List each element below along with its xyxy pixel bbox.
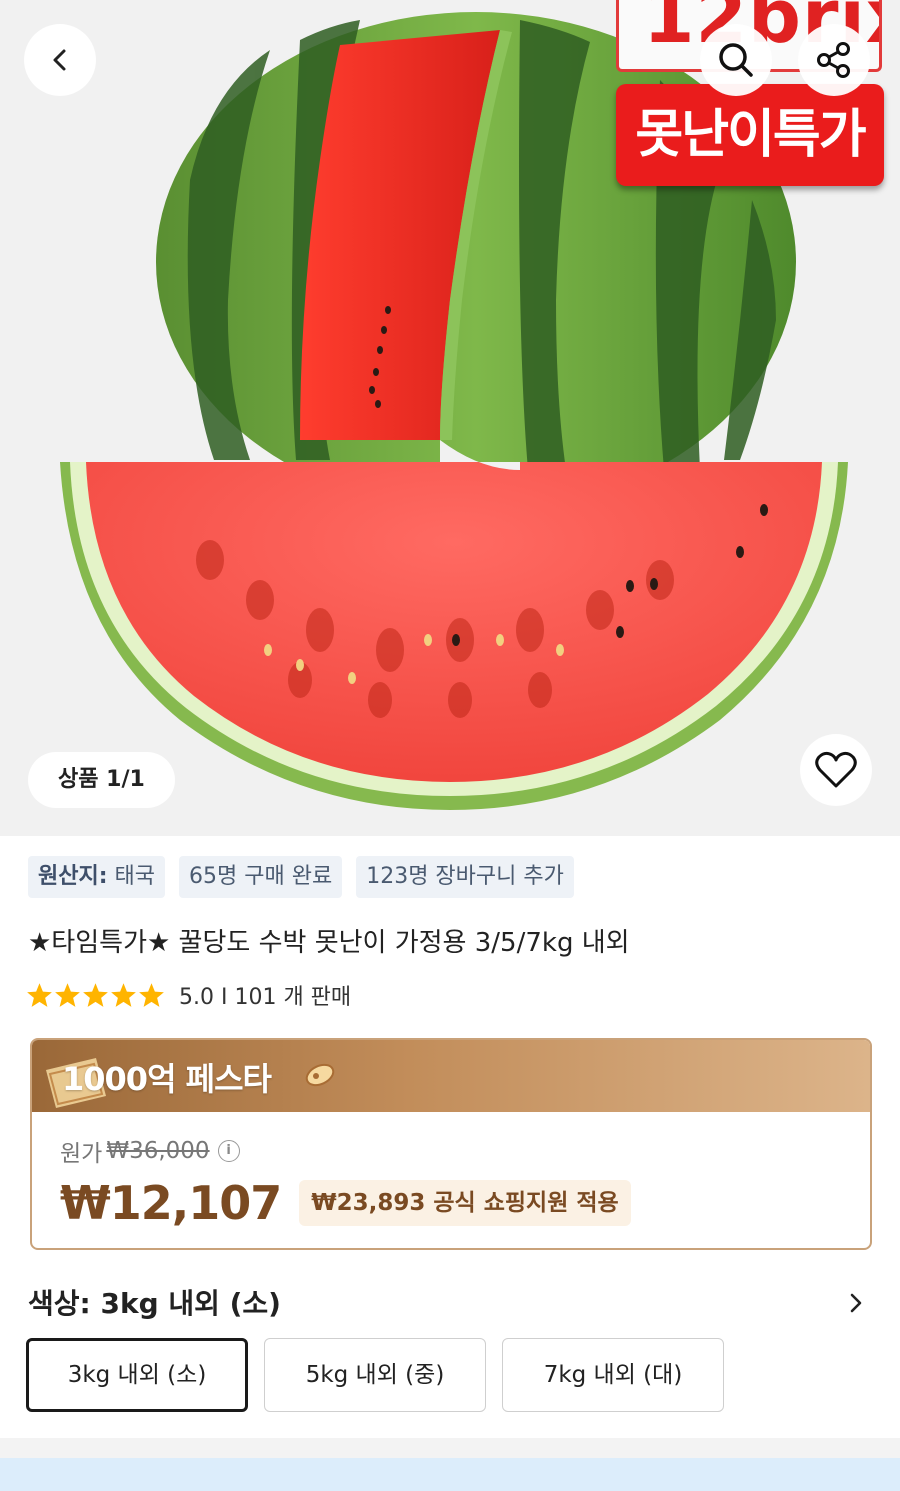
info-icon[interactable]: i — [217, 1140, 240, 1162]
image-counter: 상품 1/1 — [28, 752, 175, 808]
star-icon — [55, 983, 80, 1007]
share-button[interactable] — [798, 24, 870, 96]
option-7kg[interactable]: 7kg 내외 (대) — [502, 1338, 724, 1412]
next-section-banner — [0, 1458, 900, 1491]
coin-icon — [305, 1063, 335, 1087]
heart-icon — [815, 751, 857, 788]
share-icon — [817, 42, 850, 78]
star-icon — [83, 983, 108, 1007]
original-price-row: 원가 ₩36,000 i — [60, 1134, 240, 1168]
sale-price: ₩12,107 — [60, 1176, 282, 1230]
shopping-support-badge: ₩23,893 공식 쇼핑지원 적용 — [299, 1180, 631, 1226]
option-header[interactable]: 색상: 3kg 내외 (소) — [28, 1282, 281, 1322]
chevron-right-icon[interactable] — [844, 1290, 868, 1316]
origin-value: 태국 — [114, 864, 156, 889]
back-button[interactable] — [24, 24, 96, 96]
cart-count-tag: 123명 장바구니 추가 — [356, 856, 574, 898]
wishlist-button[interactable] — [800, 734, 872, 806]
festa-price-box: 1000억 페스타 원가 ₩36,000 i ₩12,107 ₩23,893 공… — [30, 1038, 872, 1250]
option-5kg[interactable]: 5kg 내외 (중) — [264, 1338, 486, 1412]
product-image-gallery[interactable]: 12brix 못난이특가 상품 1/1 — [0, 0, 900, 836]
rating-summary: 5.0 I 101 개 판매 — [179, 985, 352, 1010]
rating-row[interactable]: 5.0 I 101 개 판매 — [26, 978, 351, 1012]
origin-label: 원산지: — [38, 864, 108, 889]
star-icon — [111, 983, 136, 1007]
option-3kg[interactable]: 3kg 내외 (소) — [26, 1338, 248, 1412]
star-icon — [139, 983, 164, 1007]
sale-price-row: ₩12,107 ₩23,893 공식 쇼핑지원 적용 — [60, 1176, 631, 1230]
product-tags: 원산지: 태국 65명 구매 완료 123명 장바구니 추가 — [28, 856, 574, 898]
ugly-deal-badge: 못난이특가 — [616, 84, 884, 186]
star-icon — [27, 983, 52, 1007]
search-icon — [719, 43, 753, 77]
section-divider — [0, 1438, 900, 1458]
product-title: ★타임특가★ 꿀당도 수박 못난이 가정용 3/5/7kg 내외 — [28, 928, 630, 958]
back-icon — [53, 49, 66, 71]
festa-title: 1000억 페스타 — [62, 1060, 272, 1098]
original-price-label: 원가 — [60, 1141, 103, 1167]
star-rating — [26, 982, 165, 1008]
purchase-count-tag: 65명 구매 완료 — [179, 856, 343, 898]
festa-banner: 1000억 페스타 — [32, 1040, 870, 1112]
origin-tag: 원산지: 태국 — [28, 856, 166, 898]
search-button[interactable] — [700, 24, 772, 96]
option-list: 3kg 내외 (소) 5kg 내외 (중) 7kg 내외 (대) — [26, 1338, 724, 1412]
original-price: ₩36,000 — [106, 1138, 210, 1164]
